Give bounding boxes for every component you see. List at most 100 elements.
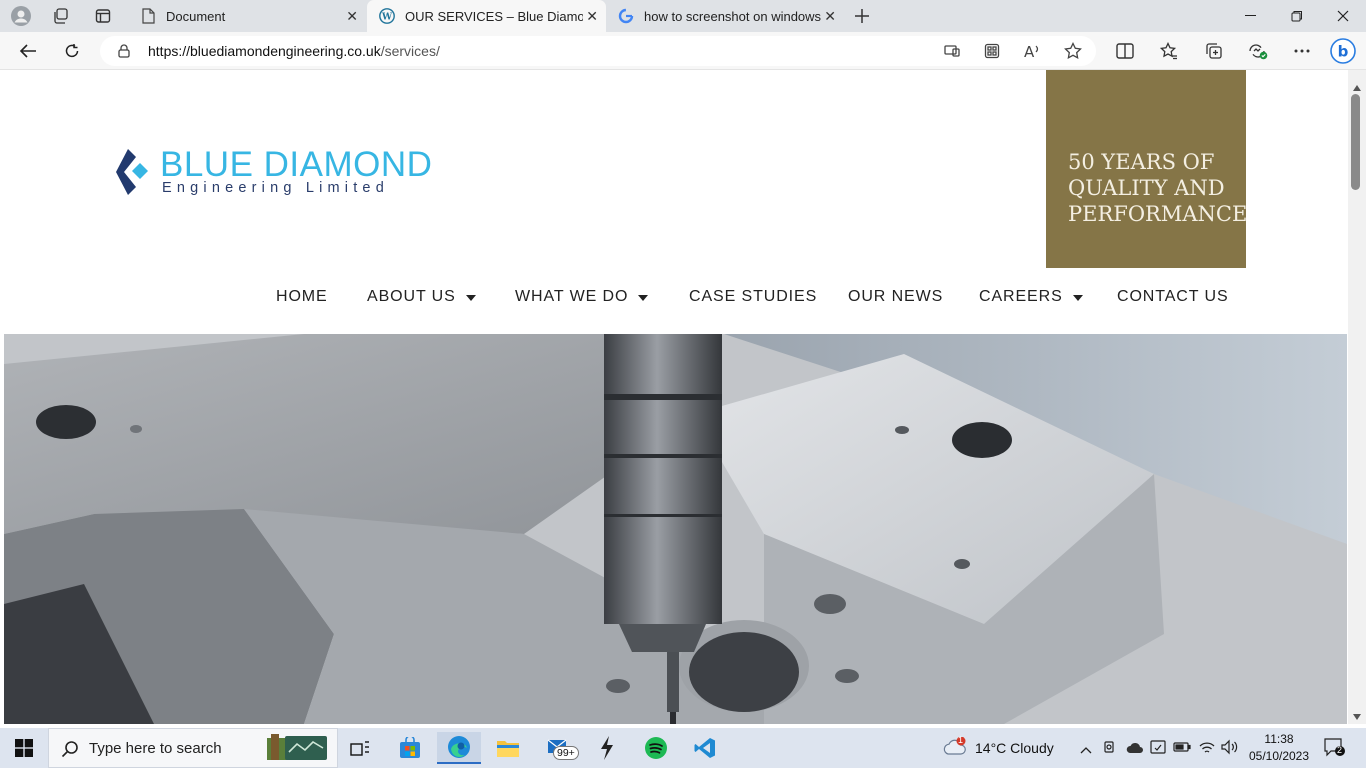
profile-icon[interactable] bbox=[10, 5, 32, 27]
weather-alert-count: 1 bbox=[958, 735, 964, 745]
vscode-icon[interactable] bbox=[683, 732, 727, 764]
notifications-icon[interactable]: 2 bbox=[1324, 738, 1346, 763]
hero-image bbox=[4, 334, 1347, 724]
extensions-icon[interactable] bbox=[984, 43, 1000, 64]
windows-start-icon[interactable] bbox=[2, 732, 46, 764]
copilot-icon[interactable]: b bbox=[1330, 38, 1356, 64]
url-host: https://bluediamondengineering.co.uk bbox=[148, 43, 381, 59]
collections-icon[interactable] bbox=[1203, 40, 1225, 62]
main-nav: HOME ABOUT US WHAT WE DO CASE STUDIES OU… bbox=[4, 288, 1347, 316]
meet-now-icon[interactable] bbox=[1103, 740, 1117, 761]
nav-label: OUR NEWS bbox=[848, 288, 944, 305]
spotify-icon[interactable] bbox=[634, 732, 678, 764]
anniversary-banner: 50 YEARS OF QUALITY AND PERFORMANCE bbox=[1046, 70, 1248, 268]
weather-text[interactable]: 14°C Cloudy bbox=[975, 740, 1054, 756]
nav-label: HOME bbox=[276, 288, 328, 305]
wordpress-icon: W bbox=[379, 8, 395, 24]
tab-title: OUR SERVICES – Blue Diamond E bbox=[405, 8, 583, 24]
tab-title: how to screenshot on windows - bbox=[644, 8, 822, 24]
caret-down-icon bbox=[465, 294, 476, 301]
url-field[interactable]: https://bluediamondengineering.co.uk/ser… bbox=[100, 36, 1096, 66]
diamond-logo-icon bbox=[116, 149, 148, 195]
volume-icon[interactable] bbox=[1221, 739, 1239, 760]
mail-badge: 99+ bbox=[553, 746, 579, 760]
back-icon[interactable] bbox=[17, 40, 39, 62]
logo-subtitle: Engineering Limited bbox=[162, 180, 389, 196]
nav-home[interactable]: HOME bbox=[276, 288, 328, 306]
more-icon[interactable] bbox=[1291, 40, 1313, 62]
caret-down-icon bbox=[638, 294, 649, 301]
split-screen-icon[interactable] bbox=[1114, 40, 1136, 62]
scroll-thumb[interactable] bbox=[1351, 94, 1360, 190]
defender-icon[interactable] bbox=[1150, 739, 1166, 760]
windows-taskbar: Type here to search 99+ 1 14°C Cloudy 11… bbox=[0, 728, 1366, 768]
nav-contact-us[interactable]: CONTACT US bbox=[1117, 288, 1229, 306]
nav-label: CASE STUDIES bbox=[689, 288, 818, 305]
google-icon bbox=[618, 8, 634, 24]
microsoft-store-icon[interactable] bbox=[388, 732, 432, 764]
scroll-down-icon[interactable] bbox=[1353, 707, 1361, 725]
workspaces-icon[interactable] bbox=[50, 5, 72, 27]
new-tab-icon[interactable] bbox=[851, 5, 873, 27]
tab-document[interactable]: Document ✕ bbox=[128, 0, 366, 32]
tab-title: Document bbox=[166, 8, 226, 24]
refresh-icon[interactable] bbox=[61, 40, 83, 62]
edge-taskbar-icon[interactable] bbox=[437, 732, 481, 764]
search-icon bbox=[61, 740, 79, 763]
nav-label: CONTACT US bbox=[1117, 288, 1229, 305]
close-tab-icon[interactable]: ✕ bbox=[346, 8, 358, 25]
web-page: BLUE DIAMOND Engineering Limited 50 YEAR… bbox=[4, 70, 1347, 724]
banner-line: 50 YEARS OF bbox=[1068, 150, 1215, 174]
favorite-star-icon[interactable] bbox=[1064, 41, 1082, 65]
wifi-icon[interactable] bbox=[1198, 739, 1216, 760]
nav-our-news[interactable]: OUR NEWS bbox=[848, 288, 943, 306]
task-view-icon[interactable] bbox=[338, 732, 382, 764]
svg-text:W: W bbox=[381, 13, 393, 23]
url-path: /services/ bbox=[380, 43, 440, 59]
search-highlight-icon[interactable] bbox=[267, 734, 329, 767]
tab-bar: Document ✕ W OUR SERVICES – Blue Diamond… bbox=[0, 0, 1366, 32]
tab-our-services[interactable]: W OUR SERVICES – Blue Diamond E ✕ bbox=[367, 0, 606, 32]
weather-icon[interactable]: 1 bbox=[942, 735, 968, 762]
clock[interactable]: 11:38 05/10/2023 bbox=[1244, 731, 1314, 765]
caret-down-icon bbox=[1072, 294, 1083, 301]
file-explorer-icon[interactable] bbox=[486, 732, 530, 764]
minimize-icon[interactable] bbox=[1228, 0, 1274, 32]
restore-icon[interactable] bbox=[1274, 0, 1320, 32]
url-text: https://bluediamondengineering.co.uk/ser… bbox=[148, 43, 440, 59]
page-scrollbar[interactable] bbox=[1348, 70, 1366, 724]
close-tab-icon[interactable]: ✕ bbox=[824, 8, 836, 25]
nav-what-we-do[interactable]: WHAT WE DO bbox=[515, 288, 649, 306]
nav-label: ABOUT US bbox=[367, 288, 456, 305]
close-tab-icon[interactable]: ✕ bbox=[586, 8, 598, 25]
tab-google-search[interactable]: how to screenshot on windows - ✕ bbox=[606, 0, 844, 32]
nav-case-studies[interactable]: CASE STUDIES bbox=[689, 288, 817, 306]
banner-line: QUALITY AND bbox=[1068, 176, 1225, 200]
terminal-app-icon[interactable] bbox=[585, 732, 629, 764]
tab-actions-icon[interactable] bbox=[92, 5, 114, 27]
favorites-icon[interactable] bbox=[1158, 40, 1180, 62]
browser-essentials-icon[interactable] bbox=[1247, 40, 1269, 62]
logo-name: BLUE DIAMOND bbox=[160, 145, 433, 184]
nav-label: WHAT WE DO bbox=[515, 288, 629, 305]
nav-about-us[interactable]: ABOUT US bbox=[367, 288, 476, 306]
battery-icon[interactable] bbox=[1173, 740, 1191, 758]
show-hidden-icons-icon[interactable] bbox=[1080, 741, 1092, 759]
clock-time: 11:38 bbox=[1264, 732, 1294, 746]
nav-careers[interactable]: CAREERS bbox=[979, 288, 1083, 306]
close-window-icon[interactable] bbox=[1320, 0, 1366, 32]
taskbar-search[interactable]: Type here to search bbox=[48, 728, 338, 768]
nav-label: CAREERS bbox=[979, 288, 1063, 305]
address-bar-row: https://bluediamondengineering.co.uk/ser… bbox=[0, 32, 1366, 70]
site-logo[interactable]: BLUE DIAMOND Engineering Limited bbox=[116, 145, 432, 197]
read-aloud-icon[interactable]: A bbox=[1024, 43, 1042, 64]
onedrive-icon[interactable] bbox=[1126, 741, 1144, 759]
svg-text:A: A bbox=[1024, 43, 1035, 59]
clock-date: 05/10/2023 bbox=[1248, 749, 1310, 763]
document-icon bbox=[140, 8, 156, 24]
lock-icon[interactable] bbox=[118, 44, 130, 63]
mail-icon[interactable]: 99+ bbox=[537, 732, 581, 764]
notifications-count: 2 bbox=[1337, 745, 1343, 755]
banner-line: PERFORMANCE bbox=[1068, 202, 1248, 226]
app-available-icon[interactable] bbox=[944, 43, 960, 64]
